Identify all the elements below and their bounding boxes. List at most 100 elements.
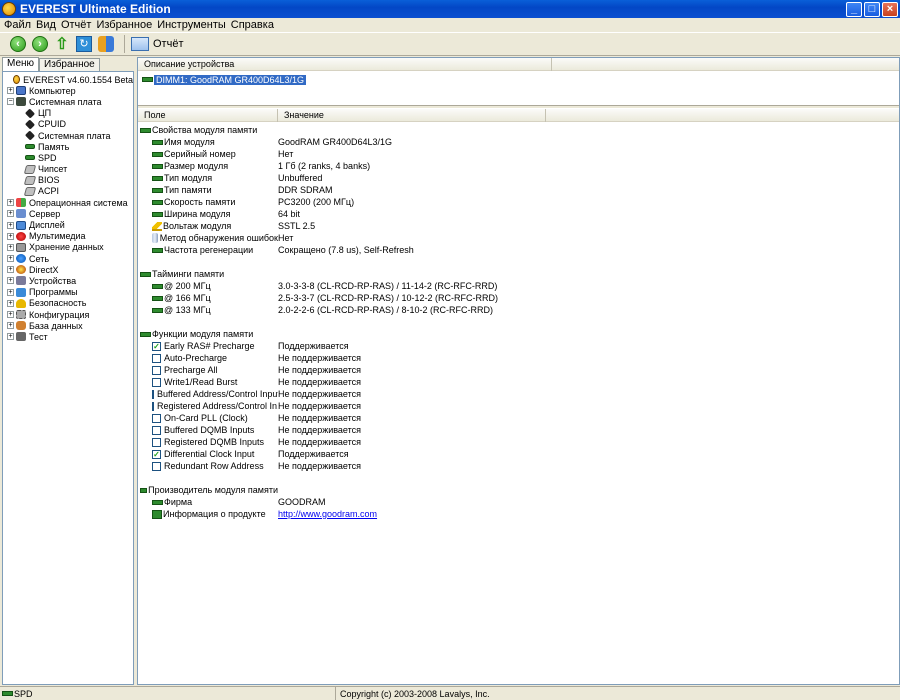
- property-row[interactable]: Частота регенерации Сокращено (7.8 us), S…: [138, 244, 899, 256]
- property-row[interactable]: Ширина модуля 64 bit: [138, 208, 899, 220]
- property-row[interactable]: Информация о продукте http://www.goodram.…: [138, 508, 899, 520]
- minimize-button[interactable]: _: [846, 1, 862, 17]
- tree-item[interactable]: + DirectX: [3, 264, 133, 275]
- refresh-button[interactable]: ↻: [74, 34, 94, 54]
- expand-icon[interactable]: +: [7, 243, 14, 251]
- tree-item[interactable]: + База данных: [3, 320, 133, 331]
- forward-button[interactable]: ›: [30, 34, 50, 54]
- property-row[interactable]: Auto-Precharge Не поддерживается: [138, 352, 899, 364]
- column-field[interactable]: Поле: [138, 108, 278, 122]
- property-row[interactable]: On-Card PLL (Clock) Не поддерживается: [138, 412, 899, 424]
- product-link[interactable]: http://www.goodram.com: [278, 509, 899, 519]
- tree-item[interactable]: BIOS: [3, 175, 133, 186]
- expand-icon[interactable]: +: [7, 322, 14, 330]
- tree-item[interactable]: Память: [3, 141, 133, 152]
- tree-item[interactable]: − Системная плата: [3, 96, 133, 107]
- property-row[interactable]: Имя модуля GoodRAM GR400D64L3/1G: [138, 136, 899, 148]
- tab-menu[interactable]: Меню: [2, 57, 40, 71]
- property-row[interactable]: Write1/Read Burst Не поддерживается: [138, 376, 899, 388]
- field-label: Registered DQMB Inputs: [164, 437, 265, 447]
- tree-item[interactable]: + Хранение данных: [3, 242, 133, 253]
- tree-item[interactable]: Чипсет: [3, 164, 133, 175]
- device-header-cell[interactable]: Описание устройства: [138, 57, 552, 71]
- section-header[interactable]: Производитель модуля памяти: [138, 484, 899, 496]
- expand-icon[interactable]: +: [7, 288, 14, 296]
- property-row[interactable]: Тип модуля Unbuffered: [138, 172, 899, 184]
- tree-item[interactable]: + Программы: [3, 287, 133, 298]
- menu-view[interactable]: Вид: [36, 19, 61, 31]
- tree-item[interactable]: + Сервер: [3, 208, 133, 219]
- tab-favorites[interactable]: Избранное: [39, 58, 100, 71]
- expand-icon[interactable]: +: [7, 210, 14, 218]
- tree-item[interactable]: + Сеть: [3, 253, 133, 264]
- property-row[interactable]: Registered DQMB Inputs Не поддерживается: [138, 436, 899, 448]
- property-row[interactable]: Redundant Row Address Не поддерживается: [138, 460, 899, 472]
- title-bar: EVEREST Ultimate Edition _ □ ×: [0, 0, 900, 18]
- tree-item[interactable]: + Безопасность: [3, 298, 133, 309]
- tree-item[interactable]: + Операционная система: [3, 197, 133, 208]
- menu-report[interactable]: Отчёт: [61, 19, 96, 31]
- section-header[interactable]: Свойства модуля памяти: [138, 124, 899, 136]
- win-icon: [16, 198, 26, 208]
- property-row[interactable]: ✓ Differential Clock Input Поддерживается: [138, 448, 899, 460]
- property-row[interactable]: @ 166 МГц 2.5-3-3-7 (CL-RCD-RP-RAS) / 10-…: [138, 292, 899, 304]
- tree-item[interactable]: + Дисплей: [3, 219, 133, 230]
- tree-item[interactable]: + Компьютер: [3, 85, 133, 96]
- app-icon[interactable]: [2, 2, 16, 16]
- expand-icon[interactable]: +: [7, 221, 14, 229]
- property-row[interactable]: Метод обнаружения ошибок Нет: [138, 232, 899, 244]
- users-button[interactable]: [96, 34, 116, 54]
- property-row[interactable]: Вольтаж модуля SSTL 2.5: [138, 220, 899, 232]
- expand-icon[interactable]: +: [7, 232, 14, 240]
- tree-item[interactable]: SPD: [3, 152, 133, 163]
- property-row[interactable]: Precharge All Не поддерживается: [138, 364, 899, 376]
- expand-icon[interactable]: +: [7, 87, 14, 95]
- value-cell: Сокращено (7.8 us), Self-Refresh: [278, 245, 414, 255]
- menu-favorites[interactable]: Избранное: [96, 19, 157, 31]
- maximize-button[interactable]: □: [864, 1, 880, 17]
- menu-help[interactable]: Справка: [231, 19, 279, 31]
- property-row[interactable]: Buffered Address/Control Inputs Не поддер…: [138, 388, 899, 400]
- back-button[interactable]: ‹: [8, 34, 28, 54]
- status-left: SPD: [0, 687, 336, 700]
- expand-icon[interactable]: +: [7, 266, 14, 274]
- tree-item[interactable]: EVEREST v4.60.1554 Beta: [3, 74, 133, 85]
- property-row[interactable]: @ 133 МГц 2.0-2-2-6 (CL-RCD-RP-RAS) / 8-1…: [138, 304, 899, 316]
- device-item[interactable]: DIMM1: GoodRAM GR400D64L3/1G: [142, 74, 307, 85]
- ram-icon: [152, 211, 163, 217]
- property-row[interactable]: Размер модуля 1 Гб (2 ranks, 4 banks): [138, 160, 899, 172]
- tree-item[interactable]: + Мультимедиа: [3, 231, 133, 242]
- section-header[interactable]: Тайминги памяти: [138, 268, 899, 280]
- tree-item[interactable]: CPUID: [3, 119, 133, 130]
- property-row[interactable]: @ 200 МГц 3.0-3-3-8 (CL-RCD-RP-RAS) / 11-…: [138, 280, 899, 292]
- expand-icon[interactable]: +: [7, 333, 14, 341]
- property-row[interactable]: Фирма GOODRAM: [138, 496, 899, 508]
- navigation-tree[interactable]: EVEREST v4.60.1554 Beta + Компьютер − Систем…: [2, 71, 134, 685]
- tree-item[interactable]: ЦП: [3, 108, 133, 119]
- up-button[interactable]: ⇧: [52, 34, 72, 54]
- menu-tools[interactable]: Инструменты: [157, 19, 231, 31]
- property-row[interactable]: Тип памяти DDR SDRAM: [138, 184, 899, 196]
- menu-file[interactable]: Файл: [4, 19, 36, 31]
- tree-item[interactable]: + Конфигурация: [3, 309, 133, 320]
- report-button[interactable]: Отчёт: [131, 34, 183, 54]
- column-value[interactable]: Значение: [278, 108, 546, 122]
- property-row[interactable]: Скорость памяти PC3200 (200 МГц): [138, 196, 899, 208]
- section-header[interactable]: Функции модуля памяти: [138, 328, 899, 340]
- property-row[interactable]: ✓ Early RAS# Precharge Поддерживается: [138, 340, 899, 352]
- tree-item[interactable]: + Тест: [3, 331, 133, 342]
- expand-icon[interactable]: +: [7, 199, 14, 207]
- property-row[interactable]: Registered Address/Control In... Не подде…: [138, 400, 899, 412]
- tree-item[interactable]: Системная плата: [3, 130, 133, 141]
- tree-item[interactable]: + Устройства: [3, 275, 133, 286]
- expand-icon[interactable]: +: [7, 277, 14, 285]
- tree-item[interactable]: ACPI: [3, 186, 133, 197]
- collapse-icon[interactable]: −: [7, 98, 14, 106]
- expand-icon[interactable]: +: [7, 255, 14, 263]
- field-cell: On-Card PLL (Clock): [138, 413, 278, 423]
- expand-icon[interactable]: +: [7, 311, 14, 319]
- close-button[interactable]: ×: [882, 1, 898, 17]
- property-row[interactable]: Серийный номер Нет: [138, 148, 899, 160]
- property-row[interactable]: Buffered DQMB Inputs Не поддерживается: [138, 424, 899, 436]
- expand-icon[interactable]: +: [7, 299, 14, 307]
